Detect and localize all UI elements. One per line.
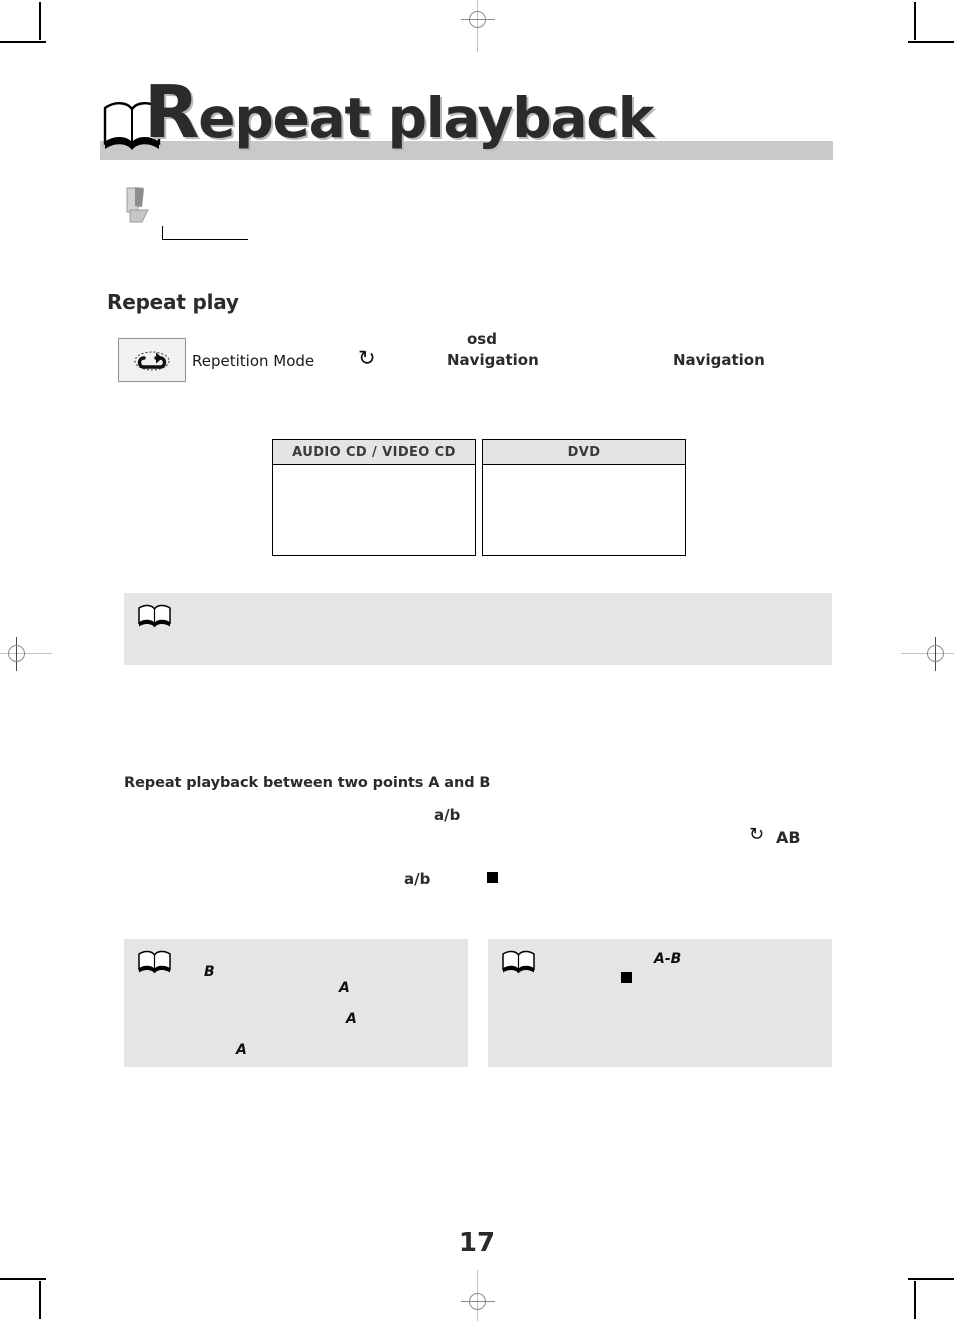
- ab-repeat-indicator-label: AB: [776, 828, 801, 847]
- page-title: Repeat playback: [144, 76, 654, 150]
- crop-mark-bottom-left-vertical: [39, 1281, 41, 1319]
- heading-ab-repeat: Repeat playback between two points A and…: [124, 775, 491, 791]
- registration-target-bottom: [461, 1270, 495, 1321]
- stop-square-glyph: [487, 872, 498, 883]
- note-right-token-ab: A-B: [654, 951, 682, 967]
- callout-rule-horizontal: [162, 238, 248, 240]
- registration-target-left: [0, 637, 52, 671]
- note-left-token-a-3: A: [236, 1042, 247, 1058]
- manual-page: Repeat playback Repeat play Repetition M…: [0, 0, 954, 1321]
- page-title-initial: R: [144, 70, 199, 154]
- crop-mark-top-left-horizontal: [0, 41, 46, 43]
- osd-label: osd: [467, 330, 497, 348]
- crop-mark-bottom-right-vertical: [914, 1281, 916, 1319]
- page-title-rest: epeat playback: [198, 86, 654, 150]
- stop-square-glyph: [621, 972, 632, 983]
- table-column-dvd: DVD: [482, 439, 686, 556]
- open-book-icon: [138, 604, 171, 628]
- navigation-label-primary: Navigation: [447, 351, 539, 369]
- exclamation-warning-icon: [126, 187, 149, 223]
- table-header-dvd: DVD: [483, 440, 685, 465]
- table-cell-audio-video-cd: [273, 465, 475, 555]
- repetition-mode-chip[interactable]: [118, 338, 186, 382]
- note-left-token-a-1: A: [339, 980, 350, 996]
- disc-type-table: AUDIO CD / VIDEO CD DVD: [272, 439, 690, 556]
- ab-repeat-loop-glyph: ↻: [749, 824, 765, 845]
- crop-mark-top-left-vertical: [39, 2, 41, 40]
- open-book-icon: [138, 950, 171, 974]
- crop-mark-top-right-horizontal: [908, 41, 954, 43]
- open-book-icon: [502, 950, 535, 974]
- note-left-token-a-2: A: [346, 1011, 357, 1027]
- repetition-mode-label: Repetition Mode: [192, 352, 315, 370]
- note-box-left: B A A A: [124, 939, 468, 1067]
- page-number: 17: [458, 1228, 496, 1258]
- ab-key-label-2: a/b: [404, 870, 431, 888]
- navigation-label-secondary: Navigation: [673, 351, 765, 369]
- registration-ring: [927, 645, 944, 662]
- intro-callout: [124, 186, 264, 242]
- heading-repeat-play: Repeat play: [107, 290, 239, 314]
- table-cell-dvd: [483, 465, 685, 555]
- page-title-block: Repeat playback: [100, 76, 840, 170]
- registration-ring: [469, 11, 486, 28]
- table-column-audio-video-cd: AUDIO CD / VIDEO CD: [272, 439, 476, 556]
- repeat-loop-glyph: ↻: [358, 346, 376, 370]
- note-left-token-b: B: [204, 964, 215, 980]
- note-box-right: A-B: [488, 939, 832, 1067]
- crop-mark-bottom-right-horizontal: [908, 1278, 954, 1280]
- registration-target-top: [461, 0, 495, 52]
- table-header-audio-video-cd: AUDIO CD / VIDEO CD: [273, 440, 475, 465]
- crop-mark-bottom-left-horizontal: [0, 1278, 46, 1280]
- registration-ring: [8, 645, 25, 662]
- repeat-loop-icon: [134, 351, 170, 371]
- registration-target-right: [901, 637, 954, 671]
- ab-key-label-1: a/b: [434, 806, 461, 824]
- note-box-top: [124, 593, 832, 665]
- crop-mark-top-right-vertical: [914, 2, 916, 40]
- registration-ring: [469, 1293, 486, 1310]
